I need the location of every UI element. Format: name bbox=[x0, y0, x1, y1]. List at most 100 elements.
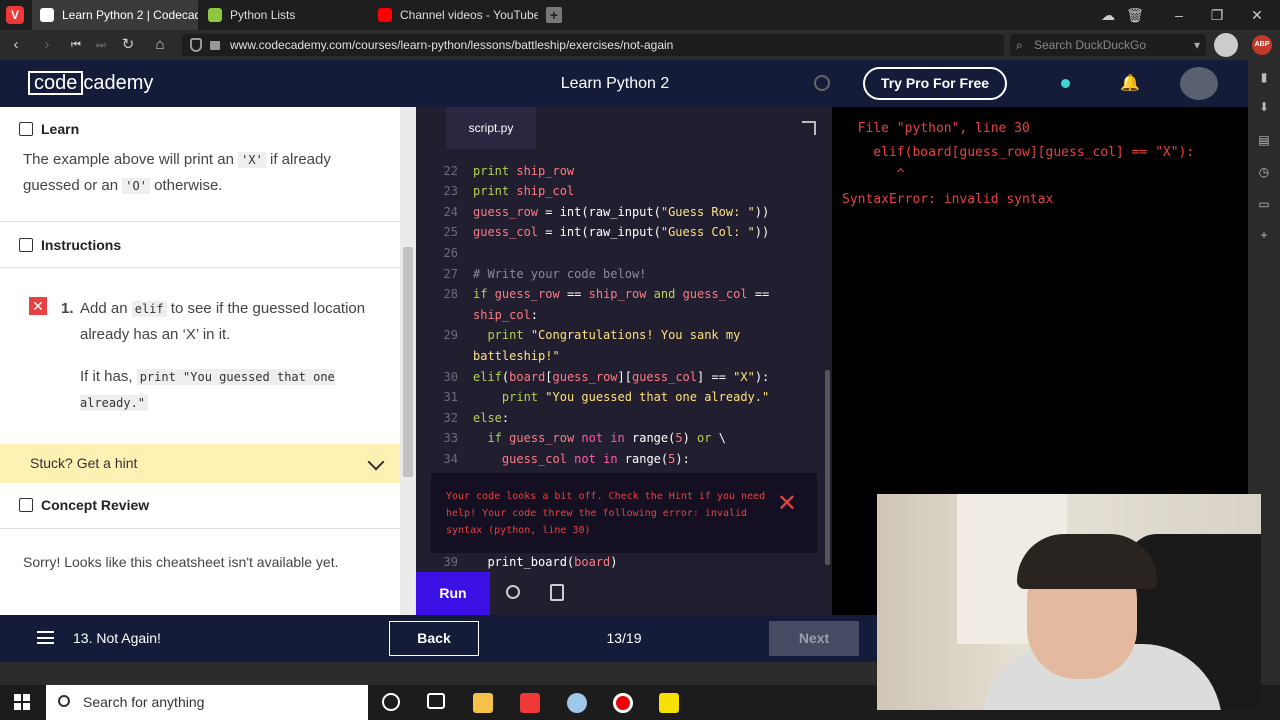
file-tab[interactable]: script.py bbox=[446, 107, 536, 149]
lock-icon bbox=[210, 41, 220, 50]
line-number: 39 bbox=[443, 555, 458, 569]
line-number: 32 bbox=[443, 411, 458, 425]
code-line: if guess_row not in range(5) or \ bbox=[487, 431, 726, 445]
windows-start-icon[interactable] bbox=[14, 694, 30, 710]
fast-forward-icon[interactable]: ⏭ bbox=[88, 30, 114, 60]
line-number: 26 bbox=[443, 246, 458, 260]
code-line: print "You guessed that one already." bbox=[501, 390, 770, 404]
task-view-icon[interactable] bbox=[427, 693, 445, 709]
search-field[interactable]: ⌕ Search DuckDuckGo ▾ bbox=[1010, 34, 1206, 56]
url-field[interactable]: www.codecademy.com/courses/learn-python/… bbox=[182, 34, 1153, 74]
vivaldi-logo-icon[interactable]: V bbox=[6, 6, 24, 24]
file-explorer-icon[interactable] bbox=[473, 693, 493, 713]
concept-review-text: Sorry! Looks like this cheatsheet isn't … bbox=[23, 554, 339, 570]
vivaldi-icon[interactable] bbox=[520, 693, 540, 713]
code-editor[interactable]: script.py 22 print ship_row 23 print shi… bbox=[416, 107, 832, 615]
logo-code: code bbox=[28, 71, 84, 95]
line-number: 25 bbox=[443, 225, 458, 239]
step-number: 1. bbox=[61, 300, 74, 317]
clipboard-icon[interactable] bbox=[550, 584, 564, 601]
close-icon[interactable]: ✕ bbox=[777, 491, 797, 515]
reset-icon[interactable] bbox=[506, 585, 520, 599]
home-icon[interactable]: ⌂ bbox=[147, 30, 173, 60]
tab-codecademy[interactable]: Learn Python 2 | Codecademy bbox=[32, 0, 198, 30]
add-panel-icon[interactable]: + bbox=[1257, 228, 1271, 242]
instruction-text: Add an elif to see if the guessed locati… bbox=[80, 296, 380, 348]
new-tab-icon[interactable]: + bbox=[546, 7, 562, 23]
concept-review-heading: Concept Review bbox=[41, 497, 150, 513]
taskbar-search-placeholder: Search for anything bbox=[83, 694, 205, 710]
course-title: Learn Python 2 bbox=[560, 75, 670, 92]
trash-icon[interactable]: 🗑 bbox=[1116, 0, 1154, 30]
inline-code: 'X' bbox=[238, 152, 266, 168]
instructions-section-header[interactable]: Instructions bbox=[0, 223, 400, 268]
text: If it has, bbox=[80, 368, 137, 385]
document-icon bbox=[19, 498, 33, 512]
user-avatar[interactable] bbox=[1180, 67, 1218, 100]
sticky-notes-icon[interactable] bbox=[659, 693, 679, 713]
rewind-icon[interactable]: ⏮ bbox=[63, 30, 89, 60]
bell-icon[interactable]: 🔔 bbox=[1120, 73, 1140, 93]
close-window-icon[interactable]: ✕ bbox=[1238, 0, 1276, 30]
next-button[interactable]: Next bbox=[769, 621, 859, 656]
code-line: print "Congratulations! You sank my bbox=[487, 328, 741, 342]
codecademy-favicon-icon bbox=[40, 8, 54, 22]
browser-profile-avatar[interactable] bbox=[1214, 33, 1238, 57]
adblock-icon[interactable]: ABP bbox=[1252, 35, 1272, 55]
back-button[interactable]: Back bbox=[389, 621, 479, 656]
history-icon[interactable]: ◷ bbox=[1257, 165, 1271, 179]
app-icon[interactable] bbox=[567, 693, 587, 713]
chevron-down-icon[interactable]: ▾ bbox=[1194, 34, 1200, 56]
tab-youtube-studio[interactable]: Channel videos - YouTube Studio bbox=[370, 0, 538, 30]
timer-icon[interactable] bbox=[814, 75, 830, 91]
chevron-down-icon[interactable] bbox=[367, 453, 385, 471]
lesson-scrollbar[interactable] bbox=[400, 107, 416, 615]
shield-icon[interactable] bbox=[190, 38, 202, 52]
code-line: # Write your code below! bbox=[473, 267, 647, 281]
back-icon[interactable]: ‹ bbox=[3, 30, 29, 60]
error-popup: Your code looks a bit off. Check the Hin… bbox=[431, 473, 817, 553]
editor-toolbar: Run bbox=[416, 572, 832, 615]
downloads-icon[interactable]: ⬇ bbox=[1257, 100, 1271, 114]
tab-python-lists[interactable]: Python Lists bbox=[200, 0, 370, 30]
expand-icon[interactable] bbox=[802, 121, 816, 135]
maximize-icon[interactable]: ❐ bbox=[1198, 0, 1236, 30]
line-number: 33 bbox=[443, 431, 458, 445]
scrollbar-thumb[interactable] bbox=[403, 247, 413, 477]
window-panel-icon[interactable]: ▭ bbox=[1257, 197, 1271, 211]
code-line: guess_col not in range(5): bbox=[501, 452, 690, 466]
record-icon[interactable] bbox=[613, 693, 633, 713]
lesson-title[interactable]: 13. Not Again! bbox=[73, 615, 161, 662]
line-number: 31 bbox=[443, 390, 458, 404]
line-number: 30 bbox=[443, 370, 458, 384]
learn-text: The example above will print an 'X' if a… bbox=[23, 147, 383, 199]
checkbox-icon bbox=[19, 238, 33, 252]
notes-icon[interactable]: ▤ bbox=[1257, 133, 1271, 147]
line-number: 27 bbox=[443, 267, 458, 281]
codecademy-logo[interactable]: code cademy bbox=[28, 71, 153, 96]
menu-icon[interactable] bbox=[37, 631, 54, 644]
code-line: print ship_col bbox=[473, 184, 575, 198]
learn-heading: Learn bbox=[41, 121, 80, 137]
try-pro-button[interactable]: Try Pro For Free bbox=[863, 67, 1007, 100]
text: Add an bbox=[80, 300, 132, 317]
logo-cademy: cademy bbox=[83, 72, 154, 94]
cortana-icon[interactable] bbox=[382, 693, 400, 711]
output-line: SyntaxError: invalid syntax bbox=[842, 192, 1054, 207]
learn-section-header[interactable]: Learn bbox=[0, 107, 400, 152]
editor-scrollbar[interactable] bbox=[825, 370, 830, 565]
instruction-followup: If it has, print "You guessed that one a… bbox=[80, 364, 380, 416]
code-line: if guess_row == ship_row and guess_col =… bbox=[473, 287, 770, 301]
forward-icon[interactable]: › bbox=[34, 30, 60, 60]
output-line: elif(board[guess_row][guess_col] == "X")… bbox=[842, 145, 1195, 160]
line-number: 22 bbox=[443, 164, 458, 178]
reload-icon[interactable]: ↻ bbox=[115, 30, 141, 60]
hint-bar[interactable]: Stuck? Get a hint bbox=[0, 444, 400, 483]
bookmarks-icon[interactable]: ▮ bbox=[1257, 70, 1271, 84]
failed-x-icon: ✕ bbox=[29, 297, 47, 315]
minimize-icon[interactable]: – bbox=[1160, 0, 1198, 30]
tab-title: Python Lists bbox=[230, 8, 296, 22]
concept-review-header[interactable]: Concept Review bbox=[0, 483, 400, 528]
taskbar-search[interactable]: Search for anything bbox=[46, 685, 368, 720]
run-button[interactable]: Run bbox=[416, 572, 490, 615]
